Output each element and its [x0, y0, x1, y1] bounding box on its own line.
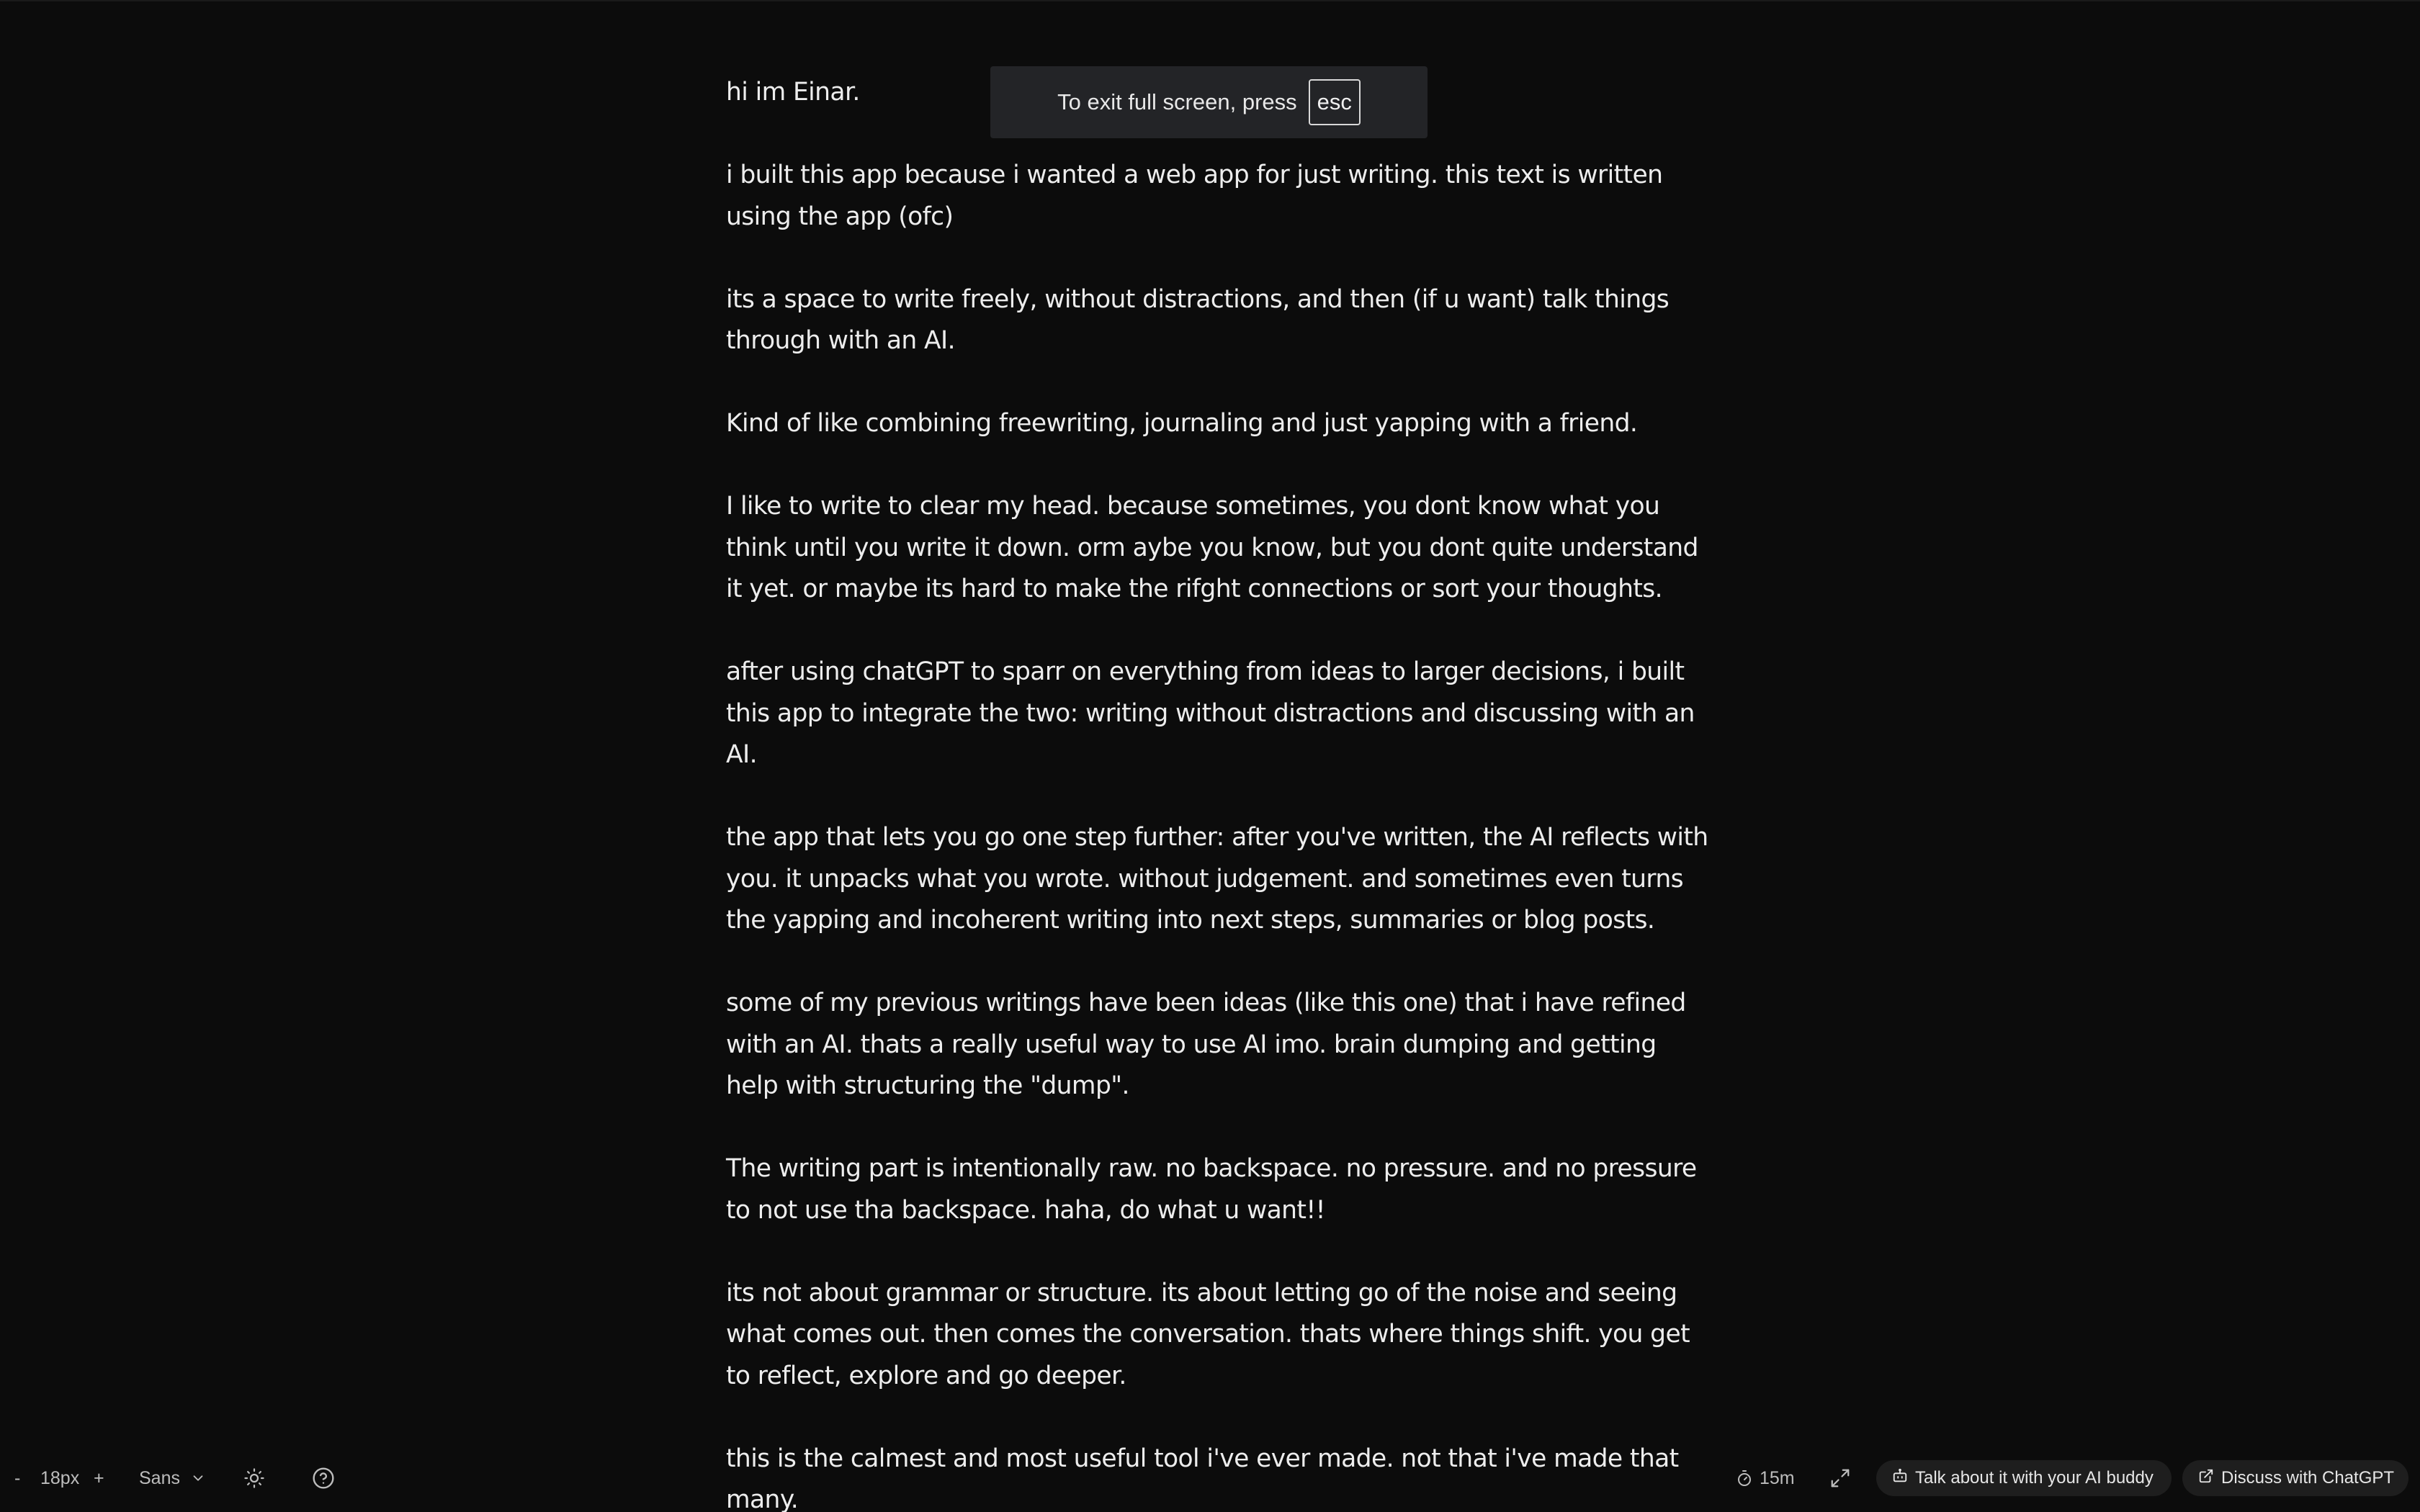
timer-label: 15m: [1760, 1467, 1795, 1488]
editor-paragraph: i built this app because i wanted a web …: [726, 161, 1663, 231]
font-size-label: 18px: [40, 1467, 80, 1488]
bot-icon: [1892, 1468, 1908, 1489]
help-button[interactable]: [312, 1456, 335, 1500]
font-size-decrease-label: -: [14, 1467, 21, 1488]
sun-icon: [243, 1467, 265, 1489]
editor-paragraph: Kind of like combining freewriting, jour…: [726, 409, 1638, 438]
font-family-label: Sans: [139, 1467, 180, 1488]
esc-key-badge: esc: [1308, 79, 1361, 125]
timer-button[interactable]: 15m: [1736, 1456, 1795, 1500]
discuss-chatgpt-button[interactable]: Discuss with ChatGPT: [2182, 1460, 2408, 1496]
help-circle-icon: [312, 1467, 335, 1490]
fullscreen-exit-notice: To exit full screen, press esc: [990, 66, 1428, 138]
bottom-toolbar: - 18px + Sans 15m Talk about it with you…: [0, 1456, 2420, 1500]
font-size-increase-button[interactable]: +: [94, 1456, 104, 1500]
editor-paragraph: I like to write to clear my head. becaus…: [726, 492, 1698, 603]
editor-paragraph: its a space to write freely, without dis…: [726, 284, 1670, 356]
font-size-decrease-button[interactable]: -: [14, 1456, 20, 1500]
ai-buddy-label: Talk about it with your AI buddy: [1915, 1468, 2154, 1488]
theme-toggle-button[interactable]: [243, 1456, 265, 1500]
editor-paragraph: after using chatGPT to sparr on everythi…: [726, 657, 1695, 769]
font-family-select[interactable]: Sans: [139, 1456, 206, 1500]
editor-paragraph: the app that lets you go one step furthe…: [726, 823, 1708, 935]
chatgpt-label: Discuss with ChatGPT: [2221, 1468, 2395, 1488]
fullscreen-button[interactable]: [1829, 1456, 1851, 1500]
fullscreen-notice-text: To exit full screen, press: [1057, 89, 1297, 114]
expand-icon: [1829, 1467, 1851, 1489]
writing-editor[interactable]: hi im Einar. i built this app because i …: [726, 72, 1713, 1512]
external-link-icon: [2198, 1468, 2214, 1489]
font-size-increase-label: +: [94, 1467, 104, 1488]
timer-icon: [1736, 1470, 1753, 1487]
chevron-down-icon: [190, 1470, 206, 1486]
font-size-value: 18px: [40, 1456, 79, 1500]
ai-buddy-button[interactable]: Talk about it with your AI buddy: [1876, 1460, 2172, 1496]
editor-paragraph: some of my previous writings have been i…: [726, 989, 1686, 1100]
editor-paragraph: its not about grammar or structure. its …: [726, 1278, 1690, 1390]
editor-paragraph: The writing part is intentionally raw. n…: [726, 1154, 1697, 1225]
app-window: hi im Einar. i built this app because i …: [0, 0, 2420, 1512]
